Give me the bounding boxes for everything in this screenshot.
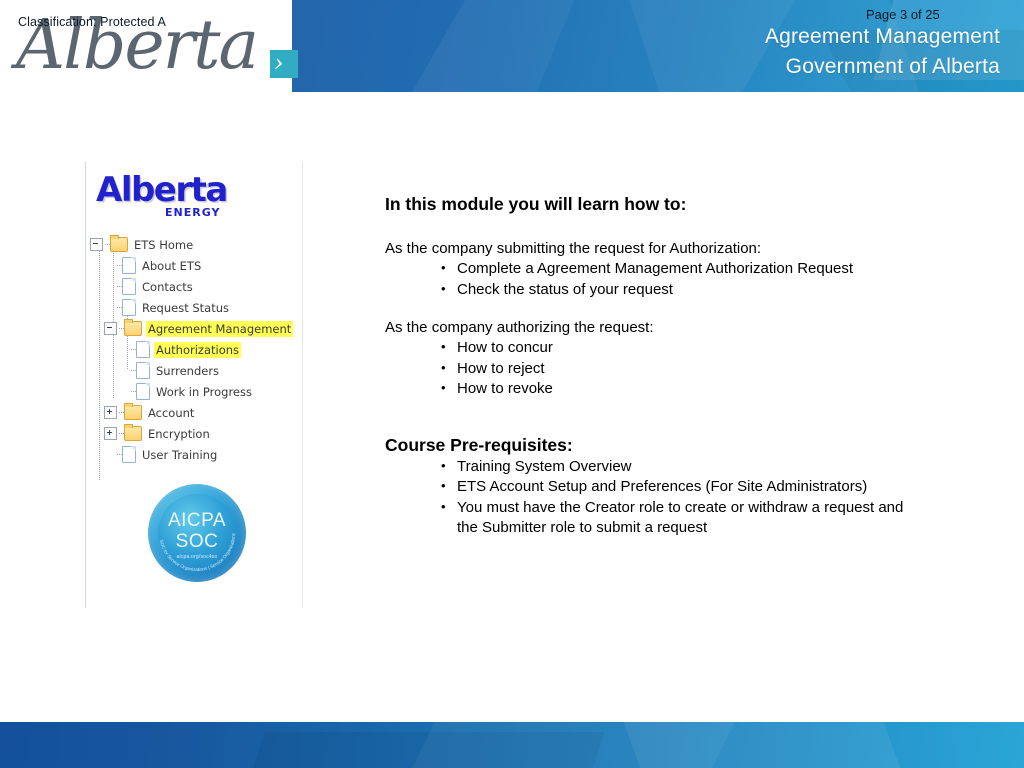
navigation-tree-panel: Alberta ENERGY ETS Home About ETS Contac…	[85, 162, 303, 608]
footer-facet-shape	[616, 722, 924, 768]
module-content: In this module you will learn how to: As…	[385, 192, 905, 539]
list-item: How to reject	[441, 358, 905, 380]
folder-icon	[124, 319, 142, 336]
authorizing-company-bullets: How to concur How to reject How to revok…	[385, 337, 905, 400]
prerequisites-heading: Course Pre-requisites:	[385, 434, 573, 455]
page-number-label: Page 3 of 25	[866, 7, 940, 22]
page-icon	[122, 446, 136, 463]
tree-item-contacts[interactable]: Contacts	[90, 276, 302, 297]
list-item: ETS Account Setup and Preferences (For S…	[441, 476, 905, 498]
tree-item-about-ets[interactable]: About ETS	[90, 255, 302, 276]
folder-icon	[124, 403, 142, 420]
tree-item-work-in-progress[interactable]: Work in Progress	[90, 381, 302, 402]
header-title: Agreement Management Government of Alber…	[765, 22, 1000, 82]
tree-item-encryption[interactable]: Encryption	[90, 423, 302, 444]
list-item: Training System Overview	[441, 456, 905, 478]
page-icon	[136, 362, 150, 379]
authorizing-company-lead: As the company authorizing the request:	[385, 319, 654, 336]
prerequisites-bullets: Training System Overview ETS Account Set…	[385, 456, 905, 539]
tree-item-user-training[interactable]: User Training	[90, 444, 302, 465]
alberta-accent-glyph: ›	[274, 49, 284, 77]
alberta-energy-logo: Alberta ENERGY	[96, 170, 241, 226]
list-item: How to revoke	[441, 378, 905, 400]
tree-item-label: Surrenders	[156, 363, 220, 378]
aicpa-badge-line-2: SOC	[175, 531, 219, 552]
header-title-line-2: Government of Alberta	[785, 55, 1000, 78]
tree-item-label: Work in Progress	[156, 384, 252, 399]
submitting-company-bullets: Complete a Agreement Management Authoriz…	[385, 258, 905, 301]
module-heading: In this module you will learn how to:	[385, 194, 687, 214]
page-icon	[122, 278, 136, 295]
alberta-energy-logo-text: Alberta	[96, 170, 228, 210]
folder-icon	[124, 424, 142, 441]
tree-item-label: Request Status	[142, 300, 230, 315]
aicpa-soc-badge: SOC for Service Organizations | Service …	[148, 484, 246, 582]
ets-navigation-tree: ETS Home About ETS Contacts Request Stat…	[90, 234, 302, 480]
tree-item-request-status[interactable]: Request Status	[90, 297, 302, 318]
list-item: How to concur	[441, 337, 905, 359]
list-item: Check the status of your request	[441, 279, 905, 301]
tree-item-authorizations[interactable]: Authorizations	[90, 339, 302, 360]
page-icon	[136, 341, 150, 358]
aicpa-badge-line-3: aicpa.org/soc4so	[176, 554, 218, 560]
submitting-company-lead: As the company submitting the request fo…	[385, 240, 762, 257]
list-item: Complete a Agreement Management Authoriz…	[441, 258, 905, 280]
classification-label: Classification: Protected A	[18, 15, 166, 29]
tree-item-label: User Training	[142, 447, 218, 462]
collapse-minus-icon[interactable]	[90, 238, 103, 251]
footer-banner	[0, 722, 1024, 768]
alberta-energy-logo-subtitle: ENERGY	[165, 206, 221, 219]
tree-item-account[interactable]: Account	[90, 402, 302, 423]
page-icon	[136, 383, 150, 400]
page-icon	[122, 299, 136, 316]
tree-item-agreement-management[interactable]: Agreement Management	[90, 318, 302, 339]
tree-item-label: About ETS	[142, 258, 202, 273]
tree-item-label: Contacts	[142, 279, 193, 294]
slide-canvas: Agreement Management Government of Alber…	[0, 0, 1024, 768]
list-item: You must have the Creator role to create…	[441, 497, 905, 539]
collapse-minus-icon[interactable]	[104, 322, 117, 335]
tree-item-label: Encryption	[148, 426, 210, 441]
header-title-line-1: Agreement Management	[764, 25, 1000, 48]
tree-item-label: ETS Home	[134, 237, 194, 252]
expand-plus-icon[interactable]	[104, 427, 117, 440]
folder-icon	[110, 235, 128, 252]
tree-item-label: Account	[148, 405, 195, 420]
tree-item-label: Agreement Management	[146, 320, 294, 337]
expand-plus-icon[interactable]	[104, 406, 117, 419]
tree-item-label: Authorizations	[154, 341, 242, 358]
aicpa-badge-line-1: AICPA	[167, 510, 227, 531]
page-icon	[122, 257, 136, 274]
tree-item-ets-home[interactable]: ETS Home	[90, 234, 302, 255]
tree-item-surrenders[interactable]: Surrenders	[90, 360, 302, 381]
footer-facet-shape	[235, 732, 605, 768]
